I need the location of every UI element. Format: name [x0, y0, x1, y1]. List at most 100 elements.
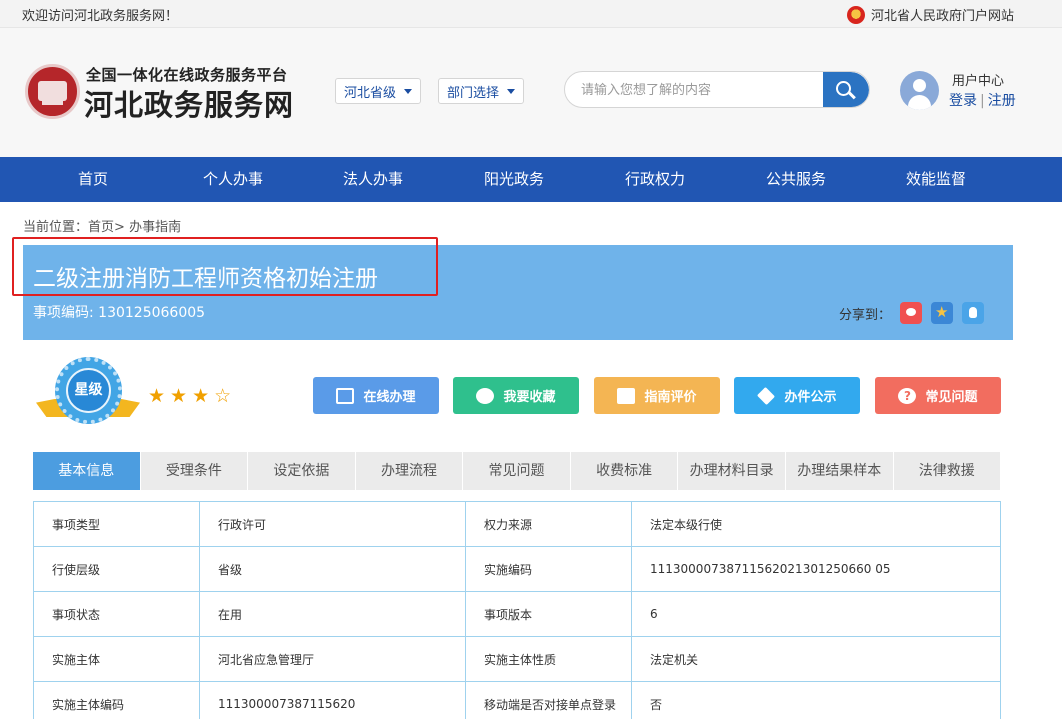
- qq-icon[interactable]: [962, 302, 985, 324]
- tab-faq[interactable]: 常见问题: [463, 452, 570, 490]
- field-value: 行政许可: [199, 501, 466, 547]
- item-code-value: 130125066005: [98, 305, 206, 321]
- top-bar: 欢迎访问河北政务服务网！ 河北省人民政府门户网站: [0, 0, 1062, 28]
- login-link[interactable]: 登录: [949, 93, 977, 109]
- favorite-label: 我要收藏: [503, 390, 556, 405]
- layers-icon: [757, 386, 776, 405]
- star-level-badge: 星级: [36, 357, 140, 437]
- detail-tabs: 基本信息 受理条件 设定依据 办理流程 常见问题 收费标准 办理材料目录 办理结…: [33, 452, 1001, 490]
- tab-materials[interactable]: 办理材料目录: [678, 452, 785, 490]
- field-label: 事项状态: [33, 591, 200, 637]
- search-button[interactable]: [823, 72, 869, 107]
- portal-link-label[interactable]: 河北省人民政府门户网站: [871, 5, 1014, 24]
- field-value: 河北省应急管理厅: [199, 636, 466, 682]
- breadcrumb-home[interactable]: 首页>: [88, 220, 125, 235]
- field-value: 11130000738711562021301250660 05: [631, 546, 1001, 592]
- region-select-label: 河北省级: [344, 85, 397, 101]
- region-select[interactable]: 河北省级: [335, 78, 422, 104]
- field-value: 在用: [199, 591, 466, 637]
- field-label: 移动端是否对接单点登录: [465, 681, 632, 719]
- field-label: 事项类型: [33, 501, 200, 547]
- weibo-icon[interactable]: [900, 302, 923, 324]
- online-apply-label: 在线办理: [363, 390, 416, 405]
- case-publicity-label: 办件公示: [784, 390, 837, 405]
- badge-label: 星级: [66, 368, 111, 413]
- field-value: 法定机关: [631, 636, 1001, 682]
- star-filled-icon: ★: [148, 385, 171, 407]
- chevron-down-icon: [507, 88, 516, 94]
- tab-result-sample[interactable]: 办理结果样本: [785, 452, 893, 490]
- field-value: 6: [631, 591, 1001, 637]
- table-row: 实施主体 河北省应急管理厅 实施主体性质 法定机关: [33, 636, 1001, 682]
- online-apply-button[interactable]: 在线办理: [313, 377, 439, 414]
- field-label: 事项版本: [465, 591, 632, 637]
- star-rating: ★★★☆: [148, 385, 236, 407]
- title-highlight-box: [12, 237, 438, 296]
- search-box: [564, 71, 870, 108]
- welcome-text: 欢迎访问河北政务服务网！: [22, 9, 179, 24]
- main-nav: 首页 个人办事 法人办事 阳光政务 行政权力 公共服务 效能监督: [0, 157, 1062, 202]
- case-publicity-button[interactable]: 办件公示: [734, 377, 860, 414]
- field-value: 法定本级行使: [631, 501, 1001, 547]
- guide-evaluation-button[interactable]: 指南评价: [594, 377, 720, 414]
- portal-link[interactable]: 河北省人民政府门户网站: [846, 5, 1014, 24]
- faq-label: 常见问题: [925, 390, 978, 405]
- register-link[interactable]: 注册: [988, 93, 1016, 109]
- share-bar: 分享到：: [839, 302, 985, 324]
- nav-item-supervision[interactable]: 效能监督: [886, 157, 986, 202]
- tab-basic-info[interactable]: 基本信息: [33, 452, 140, 490]
- tab-process[interactable]: 办理流程: [355, 452, 463, 490]
- field-value: 111300007387115620: [199, 681, 466, 719]
- nav-item-home[interactable]: 首页: [43, 157, 143, 202]
- nav-item-public-service[interactable]: 公共服务: [746, 157, 846, 202]
- star-filled-icon: ★: [170, 385, 193, 407]
- tab-legal-basis[interactable]: 设定依据: [248, 452, 355, 490]
- tab-acceptance-conditions[interactable]: 受理条件: [140, 452, 248, 490]
- breadcrumb: 当前位置：首页> 办事指南: [23, 216, 181, 235]
- search-input[interactable]: [581, 80, 821, 100]
- monitor-icon: [336, 387, 355, 404]
- logo-title[interactable]: 河北政务服务网: [84, 82, 294, 124]
- evaluate-icon: [617, 387, 636, 404]
- faq-button[interactable]: ? 常见问题: [875, 377, 1001, 414]
- field-label: 行使层级: [33, 546, 200, 592]
- star-empty-icon: ☆: [214, 385, 237, 407]
- site-logo-icon[interactable]: [25, 64, 80, 119]
- breadcrumb-current: 办事指南: [129, 220, 182, 235]
- field-label: 实施主体编码: [33, 681, 200, 719]
- favorite-button[interactable]: 我要收藏: [453, 377, 579, 414]
- field-label: 实施主体性质: [465, 636, 632, 682]
- question-icon: ?: [898, 387, 917, 404]
- department-select[interactable]: 部门选择: [438, 78, 525, 104]
- user-center-link[interactable]: 用户中心: [952, 70, 1004, 89]
- table-row: 实施主体编码 111300007387115620 移动端是否对接单点登录 否: [33, 681, 1001, 719]
- star-filled-icon: ★: [192, 385, 215, 407]
- item-code: 事项编码: 130125066005: [33, 302, 205, 322]
- field-value: 省级: [199, 546, 466, 592]
- qzone-icon[interactable]: [931, 302, 954, 324]
- item-code-label: 事项编码:: [33, 305, 94, 321]
- avatar[interactable]: [900, 71, 939, 110]
- site-header: 全国一体化在线政务服务平台 河北政务服务网 河北省级 部门选择 用户中心 登录|…: [0, 28, 1062, 157]
- table-row: 事项状态 在用 事项版本 6: [33, 591, 1001, 637]
- tab-fees[interactable]: 收费标准: [570, 452, 678, 490]
- nav-item-open-government[interactable]: 阳光政务: [464, 157, 564, 202]
- favorite-icon: [476, 387, 495, 404]
- nav-item-admin-power[interactable]: 行政权力: [605, 157, 705, 202]
- guide-evaluation-label: 指南评价: [644, 390, 697, 405]
- field-label: 权力来源: [465, 501, 632, 547]
- national-emblem-icon: [846, 5, 865, 24]
- department-select-label: 部门选择: [447, 85, 500, 101]
- tab-legal-remedy[interactable]: 法律救援: [893, 452, 1001, 490]
- field-label: 实施编码: [465, 546, 632, 592]
- table-row: 行使层级 省级 实施编码 111300007387115620213012506…: [33, 546, 1001, 592]
- chevron-down-icon: [404, 88, 413, 94]
- nav-item-legal-entity[interactable]: 法人办事: [323, 157, 423, 202]
- share-label: 分享到：: [839, 307, 892, 323]
- auth-links: 登录 | 注册: [949, 90, 1016, 110]
- nav-item-personal[interactable]: 个人办事: [183, 157, 283, 202]
- breadcrumb-label: 当前位置：: [23, 220, 89, 235]
- basic-info-table: 事项类型 行政许可 权力来源 法定本级行使 行使层级 省级 实施编码 11130…: [33, 501, 1001, 719]
- field-label: 实施主体: [33, 636, 200, 682]
- auth-separator: |: [980, 93, 985, 109]
